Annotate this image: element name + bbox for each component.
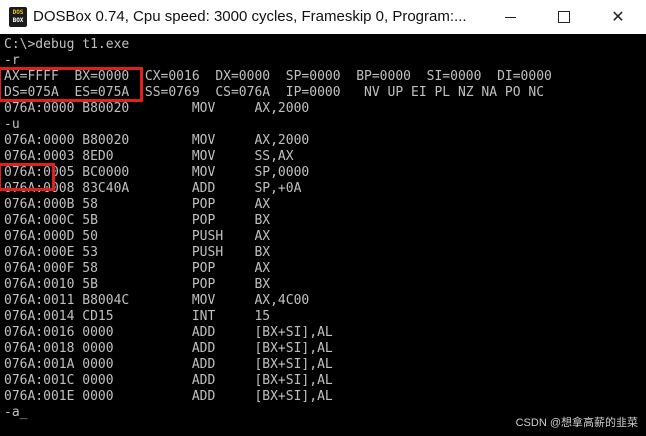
console-line: 076A:0003 8ED0 MOV SS,AX	[4, 149, 294, 164]
window-titlebar[interactable]: DOS BOX DOSBox 0.74, Cpu speed: 3000 cyc…	[0, 0, 646, 34]
console-line: 076A:001E 0000 ADD [BX+SI],AL	[4, 389, 333, 404]
console-line: 076A:000D 50 PUSH AX	[4, 229, 271, 244]
window-title: DOSBox 0.74, Cpu speed: 3000 cycles, Fra…	[33, 8, 467, 25]
maximize-icon	[558, 11, 570, 23]
console-line: -a_	[4, 405, 28, 420]
minimize-button[interactable]	[487, 0, 533, 34]
app-icon-bottom-text: BOX	[12, 17, 24, 24]
close-button[interactable]: ✕	[595, 0, 641, 34]
console-line: 076A:001C 0000 ADD [BX+SI],AL	[4, 373, 333, 388]
console-line: C:\>debug t1.exe	[4, 37, 130, 52]
close-icon: ✕	[611, 7, 625, 26]
console-line: 076A:000F 58 POP AX	[4, 261, 271, 276]
console-line: 076A:000E 53 PUSH BX	[4, 245, 271, 260]
console-line: 076A:0000 B80020 MOV AX,2000	[4, 133, 310, 148]
console-line: 076A:0016 0000 ADD [BX+SI],AL	[4, 325, 333, 340]
dosbox-app-icon[interactable]: DOS BOX	[9, 7, 27, 27]
maximize-button[interactable]	[541, 0, 587, 34]
console-line: 076A:000C 5B POP BX	[4, 213, 271, 228]
console-line: 076A:0000 B80020 MOV AX,2000	[4, 101, 310, 116]
console-line: 076A:001A 0000 ADD [BX+SI],AL	[4, 357, 333, 372]
console-line: 076A:0005 BC0000 MOV SP,0000	[4, 165, 310, 180]
console-line: 076A:0018 0000 ADD [BX+SI],AL	[4, 341, 333, 356]
console-line: AX=FFFF BX=0000 CX=0016 DX=0000 SP=0000 …	[4, 69, 552, 84]
dos-console-screen[interactable]: C:\>debug t1.exe -r AX=FFFF BX=0000 CX=001…	[0, 34, 646, 436]
console-line: 076A:0014 CD15 INT 15	[4, 309, 271, 324]
console-line: 076A:000B 58 POP AX	[4, 197, 271, 212]
app-icon-top-text: DOS	[12, 9, 24, 16]
console-line: -r	[4, 53, 20, 68]
minimize-icon	[504, 16, 516, 18]
console-line: DS=075A ES=075A SS=0769 CS=076A IP=0000 …	[4, 85, 545, 100]
console-output: C:\>debug t1.exe -r AX=FFFF BX=0000 CX=001…	[4, 37, 552, 421]
watermark-text: CSDN @想拿高薪的韭菜	[515, 417, 638, 429]
console-line: 076A:0010 5B POP BX	[4, 277, 271, 292]
console-line: -u	[4, 117, 20, 132]
console-line: 076A:0011 B8004C MOV AX,4C00	[4, 293, 310, 308]
console-line: 076A:0008 83C40A ADD SP,+0A	[4, 181, 302, 196]
